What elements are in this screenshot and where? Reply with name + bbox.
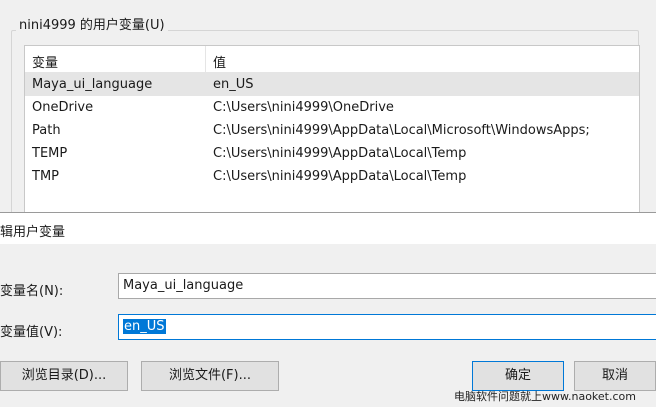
column-header-value[interactable]: 值 (206, 46, 639, 72)
variable-name-label: 变量名(N): (0, 284, 64, 299)
list-item[interactable]: TEMP C:\Users\nini4999\AppData\Local\Tem… (25, 142, 639, 165)
variable-name: Maya_ui_language (32, 77, 153, 92)
variable-name: Path (32, 123, 61, 138)
edit-user-variable-dialog: 辑用户变量 变量名(N): Maya_ui_language 变量值(V): e… (0, 212, 656, 407)
column-header-variable[interactable]: 变量 (25, 46, 206, 72)
variable-name: TMP (32, 169, 59, 184)
watermark-text: 电脑软件问题就上www.naoket.com (454, 390, 636, 403)
browse-directory-button[interactable]: 浏览目录(D)... (0, 361, 128, 391)
ok-button[interactable]: 确定 (472, 361, 564, 391)
variable-value-field[interactable]: en_US (118, 314, 656, 340)
variable-name: OneDrive (32, 100, 94, 115)
variable-value: C:\Users\nini4999\AppData\Local\Microsof… (213, 123, 590, 138)
list-item[interactable]: Path C:\Users\nini4999\AppData\Local\Mic… (25, 119, 639, 142)
variable-value-label: 变量值(V): (0, 325, 63, 340)
variable-name-field-text: Maya_ui_language (123, 278, 244, 293)
dialog-title: 辑用户变量 (0, 225, 66, 240)
variable-value: C:\Users\nini4999\OneDrive (213, 100, 394, 115)
list-item[interactable]: Maya_ui_language en_US (25, 73, 639, 96)
list-item[interactable]: OneDrive C:\Users\nini4999\OneDrive (25, 96, 639, 119)
variable-value-field-text: en_US (123, 319, 166, 334)
environment-variables-window: nini4999 的用户变量(U) 变量 值 Maya_ui_language … (0, 0, 656, 222)
list-item[interactable]: TMP C:\Users\nini4999\AppData\Local\Temp (25, 165, 639, 188)
browse-file-button[interactable]: 浏览文件(F)... (141, 361, 279, 391)
dialog-title-bar[interactable]: 辑用户变量 (0, 213, 656, 244)
user-variables-group-title: nini4999 的用户变量(U) (16, 14, 168, 33)
user-variables-list[interactable]: 变量 值 Maya_ui_language en_US OneDrive C:\… (24, 45, 640, 214)
variable-value: C:\Users\nini4999\AppData\Local\Temp (213, 169, 467, 184)
variable-value: en_US (213, 77, 254, 92)
list-header: 变量 值 (25, 46, 639, 73)
variable-value: C:\Users\nini4999\AppData\Local\Temp (213, 146, 467, 161)
variable-name-field[interactable]: Maya_ui_language (118, 273, 656, 299)
cancel-button[interactable]: 取消 (574, 361, 656, 391)
variable-name: TEMP (32, 146, 68, 161)
